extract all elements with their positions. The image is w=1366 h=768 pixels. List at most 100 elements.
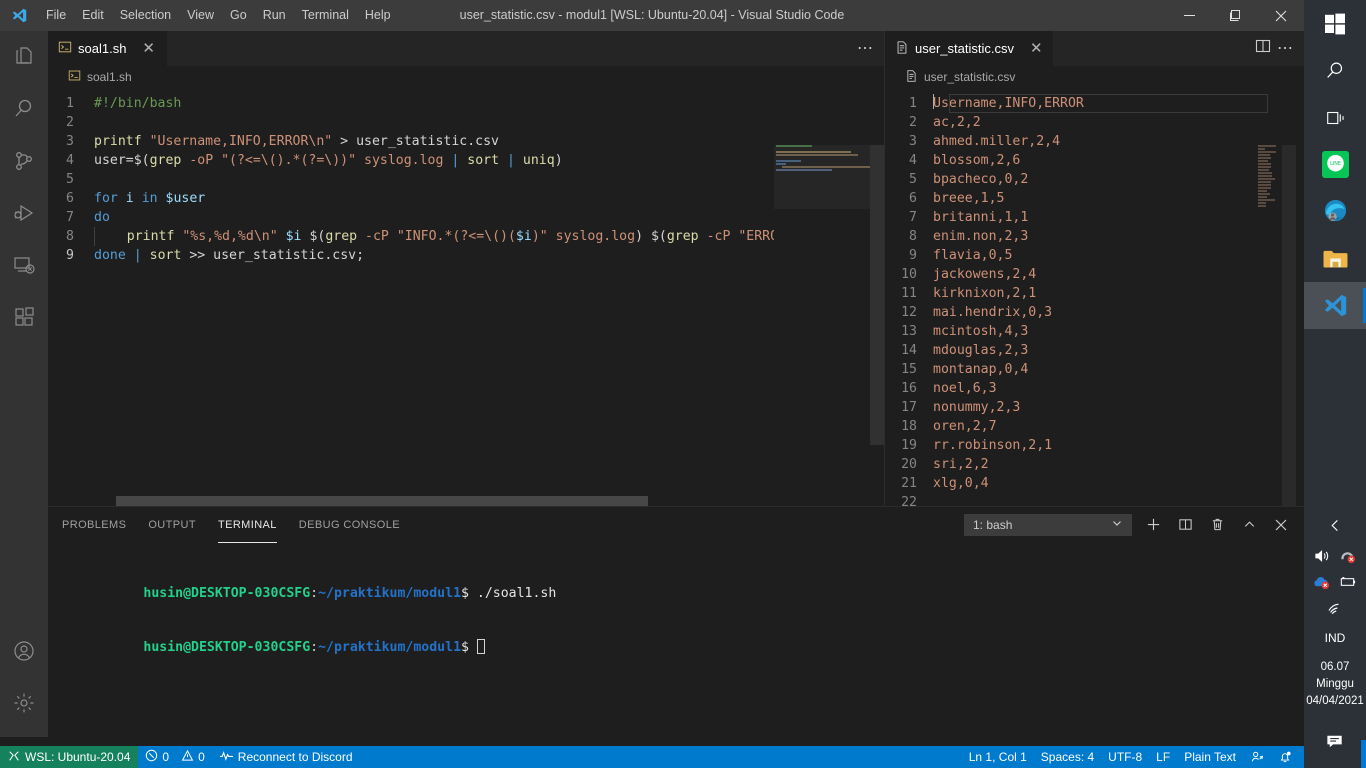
line-number: 3 — [909, 134, 917, 149]
tab-terminal[interactable]: TERMINAL — [217, 511, 277, 543]
cloud-error-icon[interactable] — [1313, 574, 1330, 595]
speaker-icon[interactable] — [1314, 548, 1331, 569]
maximize-icon[interactable] — [1212, 0, 1258, 31]
maximize-panel-button[interactable] — [1238, 514, 1260, 536]
tab-soal1-sh[interactable]: soal1.sh ✕ — [48, 31, 168, 66]
code-token: sort — [149, 248, 182, 263]
terminal-output[interactable]: husin@DESKTOP-030CSFG:~/praktikum/modul1… — [64, 551, 1304, 737]
line-number: 6 — [909, 191, 917, 206]
terminal-selector[interactable]: 1: bash — [964, 513, 1132, 536]
csv-text-cell: oren,2,7 — [933, 417, 997, 436]
feedback-icon[interactable] — [1243, 746, 1271, 768]
tab-debug-console[interactable]: DEBUG CONSOLE — [299, 511, 400, 539]
tab-close-icon[interactable]: ✕ — [142, 41, 155, 56]
status-remote-indicator[interactable]: WSL: Ubuntu-20.04 — [0, 746, 139, 768]
terminal-path: ~/praktikum/modul1 — [318, 586, 462, 601]
gear-icon[interactable] — [0, 677, 48, 729]
account-icon[interactable] — [0, 625, 48, 677]
csv-text-cell: noel,6,3 — [933, 379, 997, 398]
status-eol[interactable]: LF — [1149, 746, 1177, 768]
kill-terminal-button[interactable] — [1206, 514, 1228, 536]
minimap-left[interactable] — [774, 145, 870, 506]
headset-error-icon[interactable] — [1339, 548, 1356, 569]
status-indentation[interactable]: Spaces: 4 — [1034, 746, 1101, 768]
close-panel-button[interactable] — [1270, 514, 1292, 536]
tab-problems[interactable]: PROBLEMS — [62, 511, 126, 539]
status-editor-position[interactable]: Ln 1, Col 1 — [962, 746, 1034, 768]
line-icon[interactable]: LINE — [1304, 141, 1366, 188]
menu-item-file[interactable]: File — [38, 0, 74, 31]
minimize-icon[interactable] — [1166, 0, 1212, 31]
minimap-line — [1258, 184, 1272, 186]
bell-dot-icon[interactable] — [1271, 746, 1304, 768]
tray-expand-button[interactable] — [1304, 505, 1366, 545]
minimap-right[interactable] — [1258, 145, 1276, 506]
split-terminal-button[interactable] — [1174, 514, 1196, 536]
scrollbar-thumb[interactable] — [1282, 145, 1296, 506]
more-actions-icon[interactable]: ⋯ — [1277, 40, 1294, 57]
wifi-icon[interactable] — [1326, 600, 1344, 620]
menu-item-view[interactable]: View — [179, 0, 222, 31]
task-view-icon[interactable] — [1304, 94, 1366, 141]
editor-scrollbar-right[interactable] — [1282, 145, 1296, 506]
code-line: 9 done | sort >> user_statistic.csv; — [48, 246, 778, 265]
status-encoding[interactable]: UTF-8 — [1101, 746, 1149, 768]
tray-date: 04/04/2021 — [1306, 695, 1364, 707]
tab-user-statistic-csv[interactable]: user_statistic.csv ✕ — [885, 31, 1054, 66]
code-token: $i — [515, 229, 532, 244]
menu-bar: File Edit Selection View Go Run Terminal… — [38, 0, 399, 31]
csv-editor[interactable]: 1 Username,INFO,ERROR 2 ac,2,2 3 ahmed.miller… — [885, 88, 1304, 506]
line-number: 19 — [901, 438, 917, 453]
battery-icon[interactable] — [1338, 575, 1357, 594]
taskbar-accent — [1361, 740, 1366, 768]
breadcrumb-left[interactable]: soal1.sh — [48, 66, 884, 88]
menu-item-selection[interactable]: Selection — [112, 0, 179, 31]
terminal-user-host: husin@DESKTOP-030CSFG — [143, 586, 311, 601]
editor-scrollbar-left[interactable] — [870, 145, 884, 506]
status-problems[interactable]: 0 0 — [138, 746, 211, 768]
vscode-icon[interactable] — [1304, 282, 1366, 329]
tray-language[interactable]: IND — [1325, 623, 1346, 653]
close-icon[interactable] — [1258, 0, 1304, 31]
menu-item-terminal[interactable]: Terminal — [294, 0, 357, 31]
menu-item-go[interactable]: Go — [222, 0, 255, 31]
csv-row-value: blossom,2,6 — [933, 153, 1021, 168]
tab-output[interactable]: OUTPUT — [148, 511, 196, 539]
action-center-icon[interactable] — [1325, 720, 1346, 764]
menu-item-run[interactable]: Run — [255, 0, 294, 31]
menu-item-edit[interactable]: Edit — [74, 0, 112, 31]
scrollbar-thumb[interactable] — [870, 145, 884, 445]
line-number: 7 — [909, 210, 917, 225]
csv-row-value: ac,2,2 — [933, 115, 981, 130]
remote-icon[interactable] — [0, 239, 48, 291]
editor-hscrollbar-left[interactable] — [116, 496, 648, 506]
status-discord[interactable]: Reconnect to Discord — [212, 746, 360, 768]
breadcrumb-right[interactable]: user_statistic.csv — [885, 66, 1304, 88]
status-warning-count: 0 — [198, 750, 205, 764]
source-control-icon[interactable] — [0, 135, 48, 187]
extensions-icon[interactable] — [0, 291, 48, 343]
files-icon[interactable] — [0, 31, 48, 83]
debug-icon[interactable] — [0, 187, 48, 239]
line-number: 16 — [901, 381, 917, 396]
split-editor-icon[interactable] — [1255, 38, 1271, 59]
editor-tabs-left: soal1.sh ✕ ⋯ — [48, 31, 884, 66]
folder-icon[interactable] — [1304, 235, 1366, 282]
csv-text-cell: mcintosh,4,3 — [933, 322, 1028, 341]
windows-logo-icon[interactable] — [1304, 0, 1366, 47]
code-editor-soal1[interactable]: 1 #!/bin/bash 2 3 printf "Username,INFO,ERRO… — [48, 88, 884, 506]
csv-line: 4 blossom,2,6 — [885, 151, 1084, 170]
menu-item-help[interactable]: Help — [357, 0, 399, 31]
edge-icon[interactable] — [1304, 188, 1366, 235]
tab-close-icon[interactable]: ✕ — [1030, 41, 1043, 56]
status-language-mode[interactable]: Plain Text — [1177, 746, 1243, 768]
search-icon[interactable] — [1304, 47, 1366, 94]
csv-line: 10 jackowens,2,4 — [885, 265, 1084, 284]
tray-clock[interactable]: 06.07 Minggu 04/04/2021 — [1306, 653, 1364, 720]
more-actions-icon[interactable]: ⋯ — [857, 40, 874, 57]
minimap-slider[interactable] — [774, 145, 870, 209]
csv-row-value: Username,INFO,ERROR — [933, 96, 1084, 111]
new-terminal-button[interactable] — [1142, 514, 1164, 536]
search-icon[interactable] — [0, 83, 48, 135]
